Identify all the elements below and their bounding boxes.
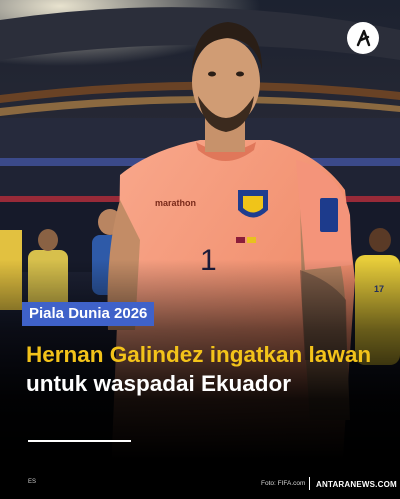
headline-rest: untuk waspadai Ekuador <box>26 371 292 396</box>
headline: Hernan Galindez ingatkan lawan untuk was… <box>26 340 376 398</box>
site-name[interactable]: ANTARANEWS.COM <box>316 480 397 489</box>
author-initials: ES <box>28 479 37 485</box>
photo-credit: Foto: FIFA.com <box>261 480 306 487</box>
divider <box>28 440 131 442</box>
bottom-gradient <box>0 0 400 499</box>
headline-accent: Hernan Galindez ingatkan lawan <box>26 342 372 367</box>
antara-logo-icon[interactable] <box>347 22 379 54</box>
category-badge[interactable]: Piala Dunia 2026 <box>22 302 155 326</box>
news-card: 17 marathon 1 Piala Dunia 2026 Hernan Ga <box>0 0 400 499</box>
footer-separator <box>309 477 310 490</box>
